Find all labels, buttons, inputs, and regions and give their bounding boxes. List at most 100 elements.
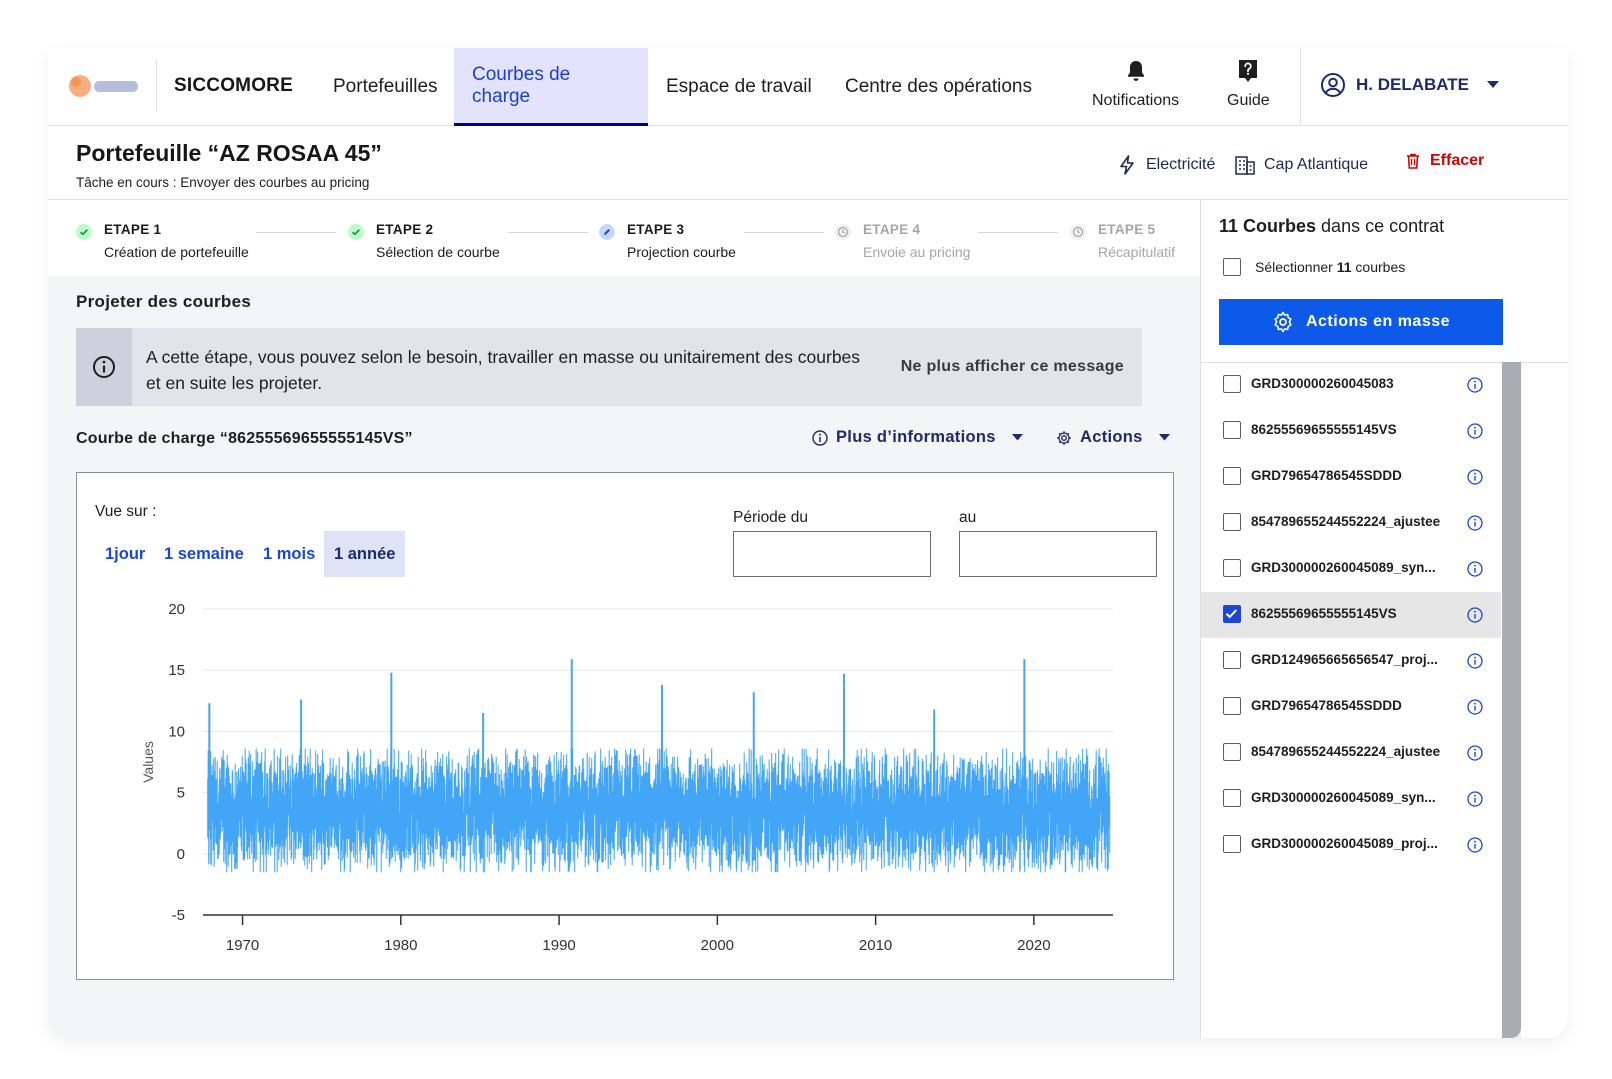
curve-checkbox[interactable] [1223,835,1241,853]
info-icon[interactable] [1467,515,1483,531]
info-icon [812,429,828,446]
info-icon[interactable] [1467,745,1483,761]
load-curve-chart[interactable]: 20 15 10 5 0 -5 1970 1980 1990 2000 2010 2020 Values [77,583,1173,979]
step-description: Sélection de courbe [376,244,500,260]
step-description: Récapitulatif [1098,244,1176,260]
erase-button[interactable]: Effacer [1404,152,1484,170]
chevron-down-icon [1011,434,1023,441]
more-info-dropdown[interactable]: Plus d’informations [812,428,1023,447]
curve-checkbox[interactable] [1223,789,1241,807]
actions-dropdown[interactable]: Actions [1056,428,1170,447]
gear-icon [1274,311,1292,333]
curves-count-suffix: dans ce contrat [1316,216,1445,236]
dismiss-notice-button[interactable]: Ne plus afficher ce message [901,358,1124,376]
curve-name: 86255569655555145VS [1251,606,1397,621]
check-circle-icon [76,224,92,240]
info-icon[interactable] [1467,791,1483,807]
curve-list-item[interactable]: GRD124965665656547_proj... [1201,638,1501,684]
step-description: Création de portefeuille [104,244,249,260]
top-navigation-bar: SICCOMORE Portefeuilles Courbes de charg… [48,48,1568,126]
site-name: Cap Atlantique [1234,154,1368,176]
step-connector [744,232,824,233]
curve-checkbox[interactable] [1223,559,1241,577]
period-from-input[interactable] [733,531,931,577]
curve-list-item[interactable]: GRD79654786545SDDD [1201,684,1501,730]
curve-list-item[interactable]: GRD300000260045089_proj... [1201,822,1501,868]
x-tick-label: 1980 [384,937,417,954]
info-notice: A cette étape, vous pouvez selon le beso… [76,328,1142,406]
scrollbar-thumb[interactable] [1502,362,1521,1038]
info-icon[interactable] [1467,561,1483,577]
curve-checkbox[interactable] [1223,513,1241,531]
curve-checkbox[interactable] [1223,697,1241,715]
step-connector [256,232,336,233]
curve-list-item[interactable]: 86255569655555145VS [1201,592,1501,638]
curve-title: Courbe de charge “86255569655555145VS” [76,430,413,447]
curve-list-item[interactable]: GRD300000260045083 [1201,362,1501,408]
guide-button[interactable]: Guide [1227,58,1270,110]
nav-espace-de-travail[interactable]: Espace de travail [648,48,830,126]
clock-icon [835,224,851,240]
curve-checkbox[interactable] [1223,421,1241,439]
nav-portefeuilles[interactable]: Portefeuilles [315,48,456,126]
range-1-year-button[interactable]: 1 année [324,531,406,577]
select-all-prefix: Sélectionner [1255,259,1337,275]
curve-list-item[interactable]: GRD300000260045089_syn... [1201,776,1501,822]
info-icon[interactable] [1467,607,1483,623]
curve-checkbox[interactable] [1223,651,1241,669]
curve-list-item[interactable]: 86255569655555145VS [1201,408,1501,454]
info-icon[interactable] [1467,837,1483,853]
curve-checkbox[interactable] [1223,605,1241,623]
company-logo[interactable] [64,68,144,104]
y-tick-label: -5 [172,907,185,924]
notifications-button[interactable]: Notifications [1092,58,1179,110]
mass-actions-button[interactable]: Actions en masse [1219,299,1503,345]
y-tick-label: 15 [168,662,185,679]
user-menu[interactable]: H. DELABATE [1320,72,1500,98]
chevron-down-icon[interactable] [1487,81,1500,89]
curve-list-item[interactable]: 854789655244552224_ajustee [1201,730,1501,776]
header-separator [1300,48,1301,126]
y-tick-label: 0 [177,846,185,863]
main-panel: Projeter des courbes A cette étape, vous… [48,276,1200,1038]
curve-name: GRD79654786545SDDD [1251,468,1402,483]
curve-checkbox[interactable] [1223,467,1241,485]
info-icon[interactable] [1467,423,1483,439]
check-circle-icon [348,224,364,240]
nav-centre-des-operations[interactable]: Centre des opérations [827,48,1050,126]
checkmark-icon [1225,609,1238,619]
brand-name[interactable]: SICCOMORE [174,75,293,97]
period-to-input[interactable] [959,531,1157,577]
curve-list-item[interactable]: GRD300000260045089_syn... [1201,546,1501,592]
trash-icon [1407,153,1419,169]
curve-list-item[interactable]: GRD79654786545SDDD [1201,454,1501,500]
x-tick-label: 2010 [859,937,892,954]
curve-checkbox[interactable] [1223,743,1241,761]
step-name: ETAPE 5 [1098,222,1156,237]
info-icon[interactable] [1467,653,1483,669]
info-icon[interactable] [1467,469,1483,485]
chevron-down-icon [1158,434,1170,441]
info-icon[interactable] [1467,377,1483,393]
x-tick-label: 1990 [542,937,575,954]
section-title: Projeter des courbes [76,292,252,311]
notice-icon-bar [76,328,132,406]
period-to-label: au [959,509,977,526]
range-1-day-button[interactable]: 1jour [95,531,155,577]
portfolio-header: Portefeuille “AZ ROSAA 45” Tâche en cour… [48,126,1568,200]
select-all-checkbox[interactable] [1223,258,1241,276]
range-1-month-button[interactable]: 1 mois [253,531,325,577]
info-icon[interactable] [1467,699,1483,715]
range-1-week-button[interactable]: 1 semaine [154,531,254,577]
select-all-label: Sélectionner 11 courbes [1255,259,1405,275]
guide-label: Guide [1227,92,1270,109]
y-axis-label: Values [140,741,156,783]
curve-list-item[interactable]: 854789655244552224_ajustee [1201,500,1501,546]
curve-name: GRD300000260045089_proj... [1251,836,1438,851]
page-title: Portefeuille “AZ ROSAA 45” [76,140,382,166]
step-description: Projection courbe [627,244,736,260]
curves-count-title: 11 Courbes dans ce contrat [1219,216,1444,237]
step-name: ETAPE 3 [627,222,685,237]
nav-courbes-de-charge[interactable]: Courbes de charge [454,48,648,126]
curve-checkbox[interactable] [1223,375,1241,393]
